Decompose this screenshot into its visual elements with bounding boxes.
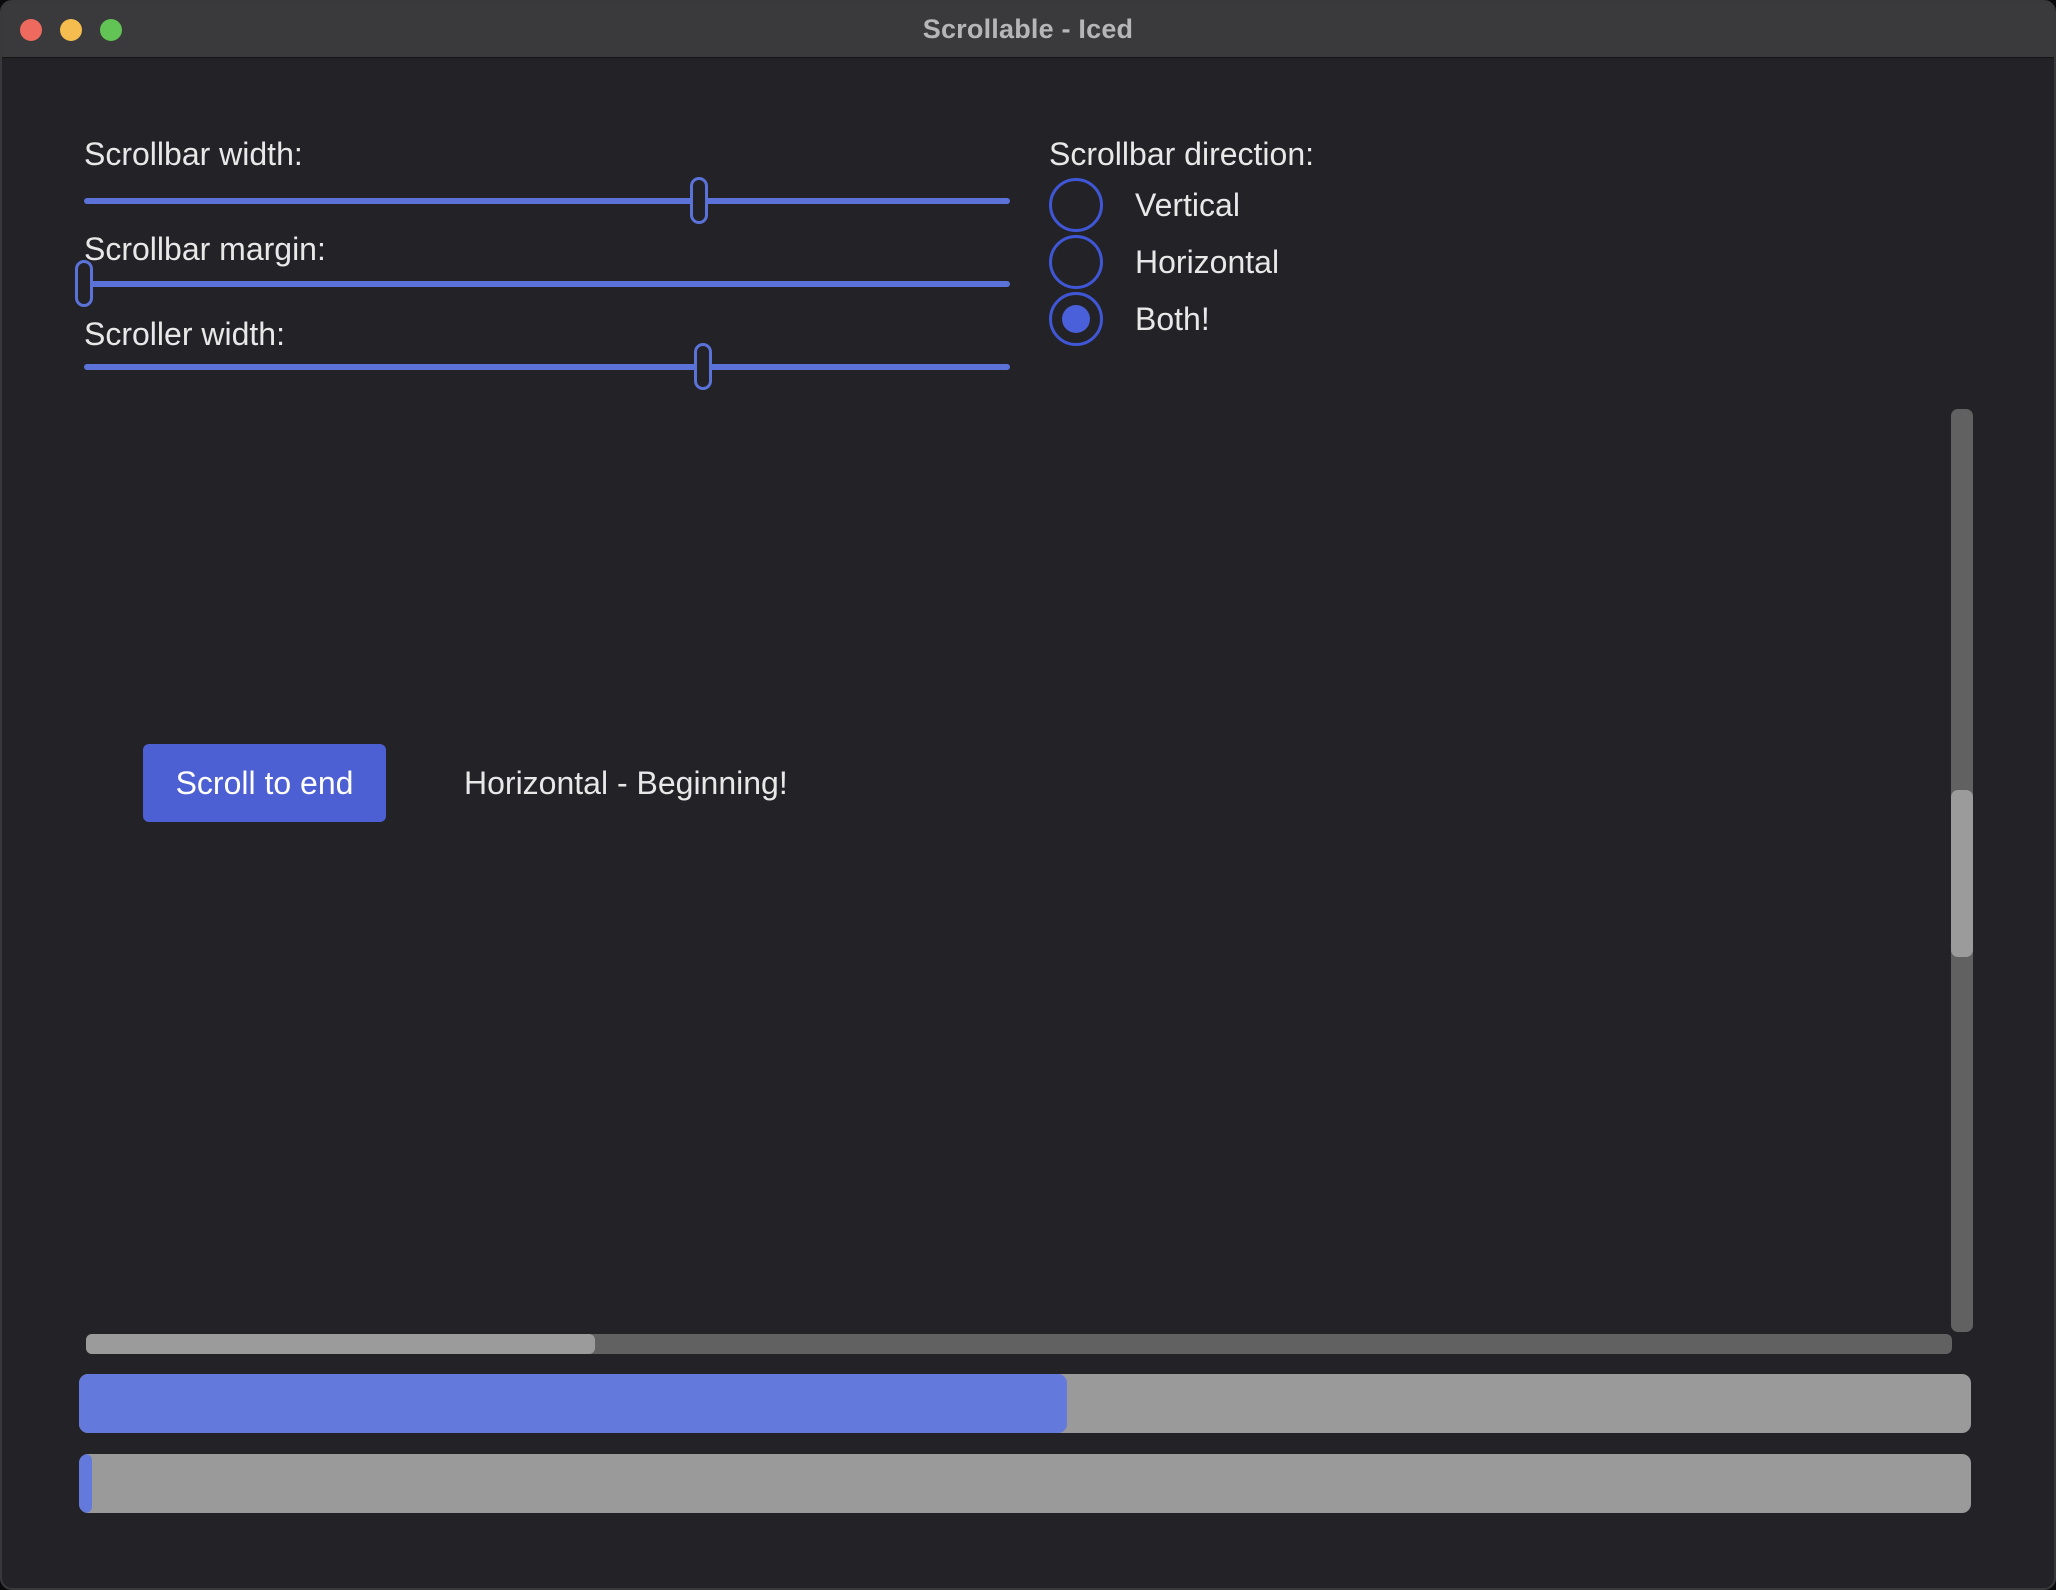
slider-handle[interactable] [75, 260, 93, 307]
vertical-scrollbar[interactable] [1951, 409, 1973, 1332]
zoom-icon[interactable] [100, 19, 122, 41]
horizontal-progress-bar [79, 1374, 1971, 1433]
radio-horizontal[interactable]: Horizontal [1049, 235, 1279, 289]
scroller-width-slider[interactable] [84, 343, 1010, 391]
horizontal-scrollbar[interactable] [86, 1334, 1952, 1354]
slider-rail[interactable] [84, 198, 1010, 204]
app-window: Scrollable - Iced Scrollbar width: Scrol… [0, 0, 2056, 1590]
radio-vertical[interactable]: Vertical [1049, 178, 1240, 232]
radio-both[interactable]: Both! [1049, 292, 1210, 346]
vertical-progress-bar [79, 1454, 1971, 1513]
horizontal-scroller-thumb[interactable] [86, 1334, 595, 1354]
slider-rail[interactable] [84, 281, 1010, 287]
scroll-to-end-button[interactable]: Scroll to end [143, 744, 386, 822]
radio-dot-icon [1062, 305, 1090, 333]
minimize-icon[interactable] [60, 19, 82, 41]
progress-fill [79, 1454, 92, 1513]
radio-circle-icon[interactable] [1049, 235, 1103, 289]
scroll-status-text: Horizontal - Beginning! [464, 764, 788, 802]
scrollbar-margin-slider[interactable] [84, 260, 1010, 308]
radio-circle-icon[interactable] [1049, 292, 1103, 346]
scrollbar-width-label: Scrollbar width: [84, 134, 303, 174]
scrollbar-direction-label: Scrollbar direction: [1049, 134, 1314, 174]
progress-fill [79, 1374, 1067, 1433]
scrollbar-width-slider[interactable] [84, 177, 1010, 225]
vertical-scroller-thumb[interactable] [1951, 790, 1973, 957]
close-icon[interactable] [20, 19, 42, 41]
titlebar: Scrollable - Iced [2, 2, 2054, 58]
window-title: Scrollable - Iced [923, 14, 1133, 45]
traffic-lights [20, 19, 122, 41]
slider-handle[interactable] [694, 343, 712, 390]
radio-both-label: Both! [1135, 301, 1210, 338]
slider-rail[interactable] [84, 364, 1010, 370]
radio-horizontal-label: Horizontal [1135, 244, 1279, 281]
slider-handle[interactable] [690, 177, 708, 224]
radio-vertical-label: Vertical [1135, 187, 1240, 224]
radio-circle-icon[interactable] [1049, 178, 1103, 232]
